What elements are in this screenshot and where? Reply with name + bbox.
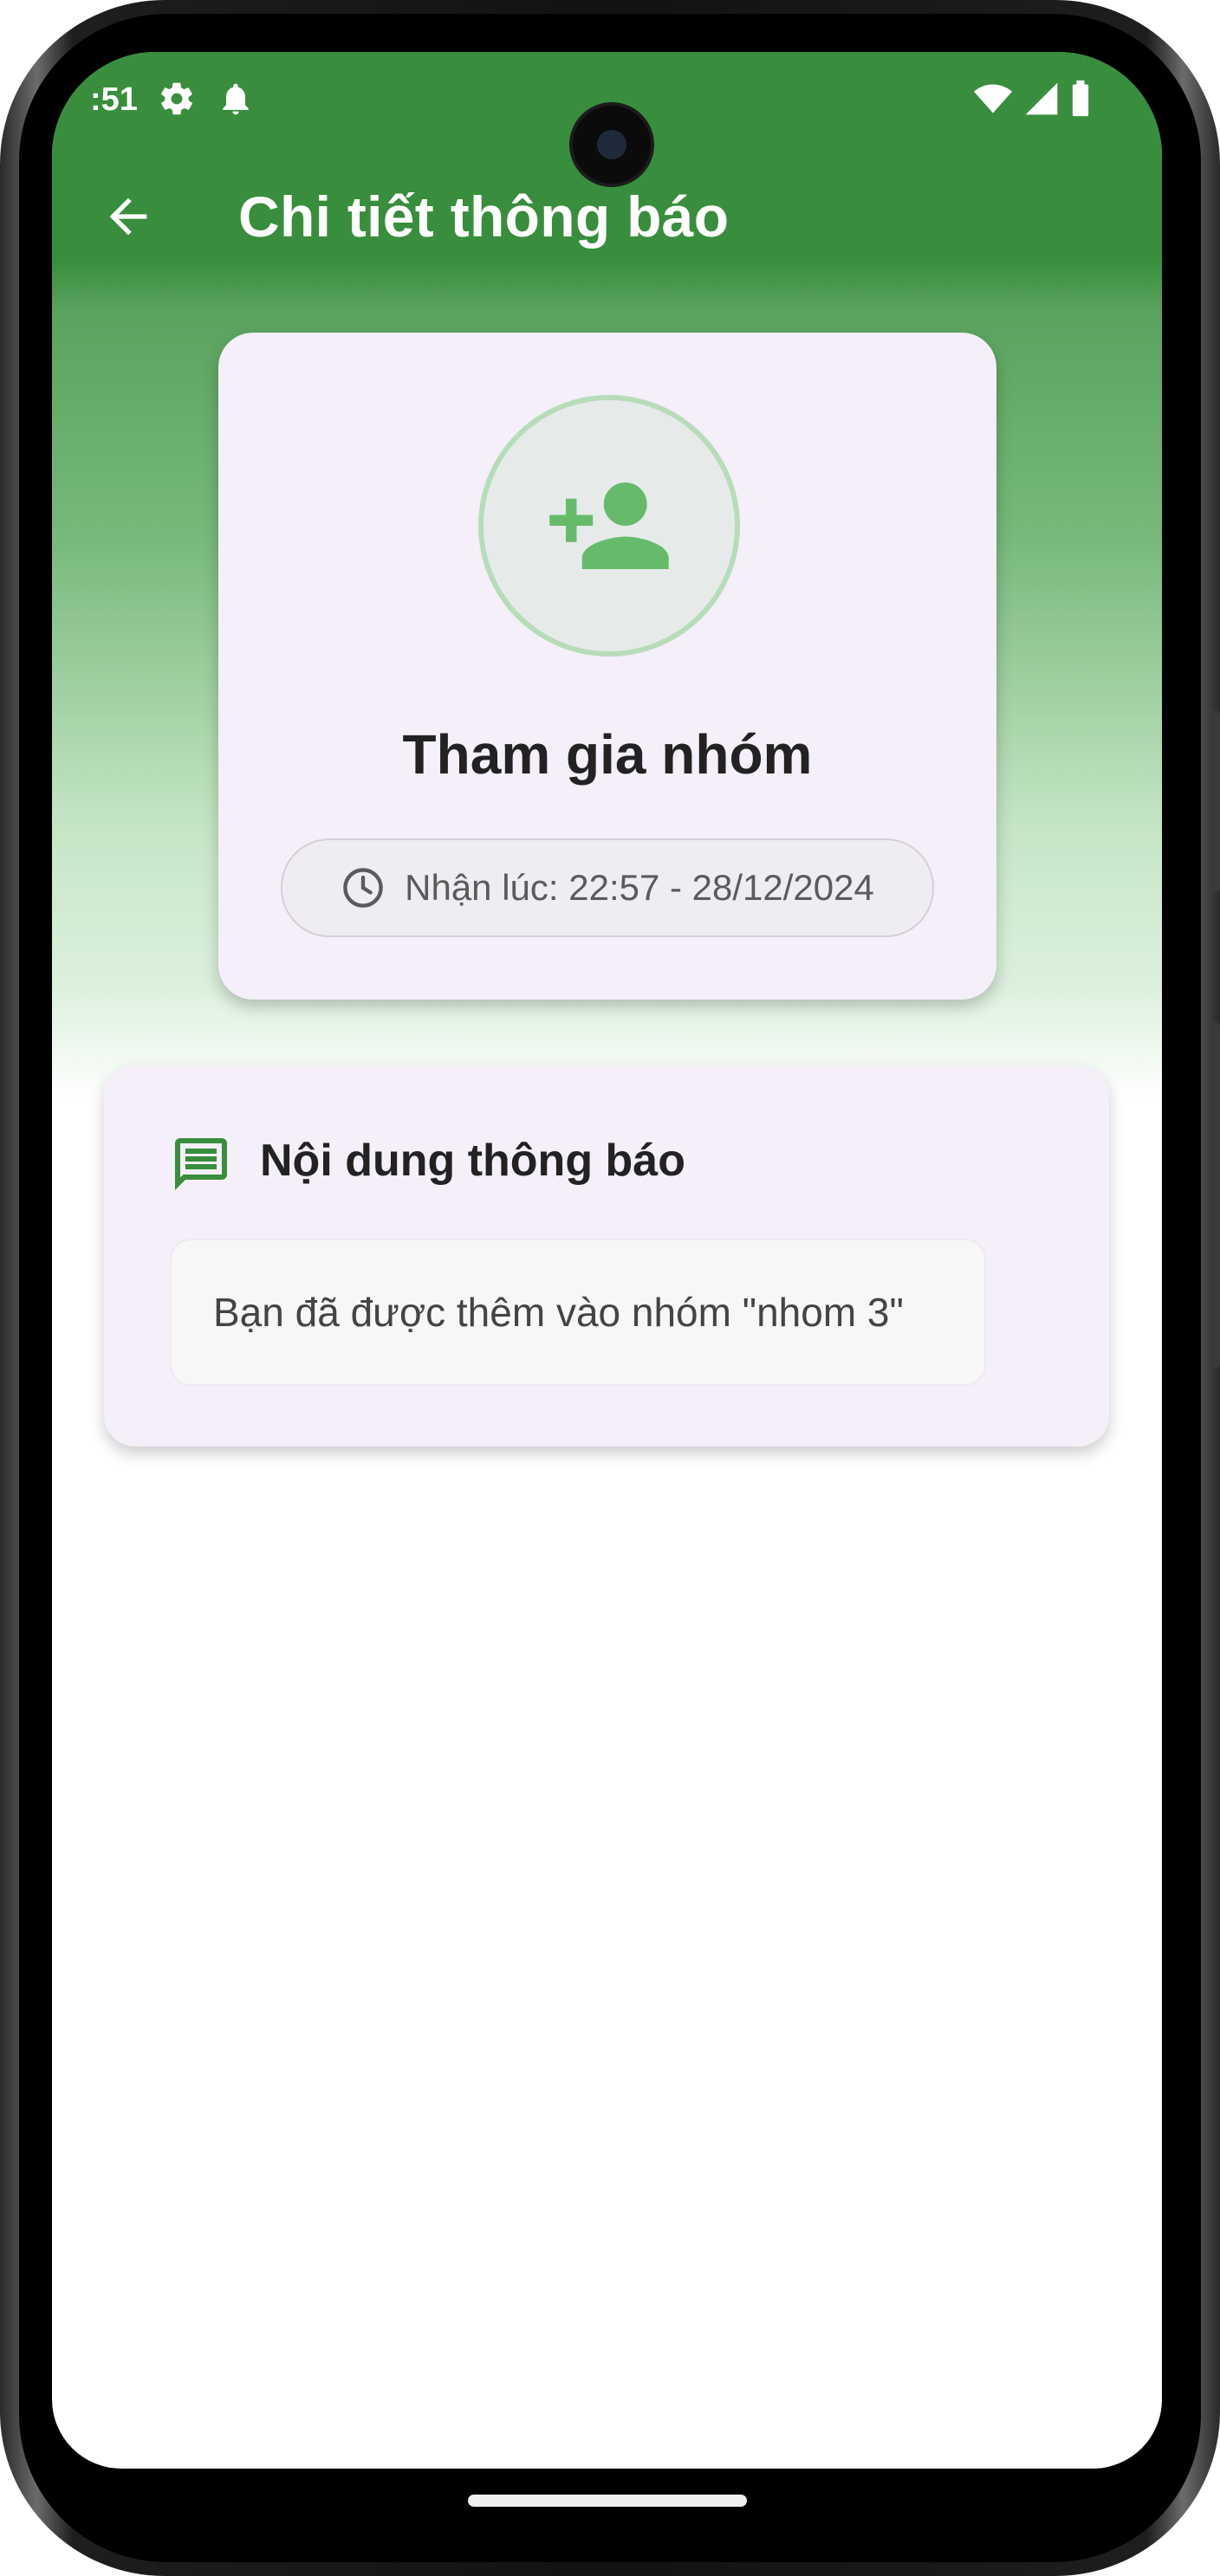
battery-icon — [1072, 80, 1089, 117]
side-button-top — [1210, 710, 1220, 892]
status-time: :51 — [90, 81, 138, 118]
signal-icon — [1025, 82, 1058, 115]
message-text: Bạn đã được thêm vào nhóm "nhom 3" — [213, 1290, 904, 1335]
clock-icon — [343, 868, 383, 908]
front-camera — [569, 102, 654, 187]
message-box: Bạn đã được thêm vào nhóm "nhom 3" — [170, 1239, 986, 1386]
content-section-title: Nội dung thông báo — [260, 1136, 685, 1186]
back-button[interactable] — [94, 182, 163, 251]
bell-icon — [223, 83, 249, 115]
gear-icon — [161, 82, 192, 115]
message-icon — [175, 1138, 227, 1190]
screen: :51 Chi tiết thông báo Tham gia nhóm Nhậ… — [52, 52, 1162, 2469]
notification-content-card: Nội dung thông báo Bạn đã được thêm vào … — [104, 1065, 1109, 1447]
arrow-left-icon — [109, 197, 147, 236]
notification-summary-card: Tham gia nhóm Nhận lúc: 22:57 - 28/12/20… — [218, 333, 996, 1000]
page-title: Chi tiết thông báo — [238, 184, 730, 249]
notification-type-avatar — [478, 395, 740, 657]
person-add-icon — [549, 482, 669, 569]
notification-type-label: Tham gia nhóm — [402, 723, 813, 786]
home-indicator[interactable] — [468, 2495, 747, 2507]
received-time-text: Nhận lúc: 22:57 - 28/12/2024 — [405, 867, 874, 908]
side-button-bottom — [1210, 1022, 1220, 1369]
wifi-icon — [974, 84, 1012, 113]
received-time-pill: Nhận lúc: 22:57 - 28/12/2024 — [281, 838, 934, 937]
